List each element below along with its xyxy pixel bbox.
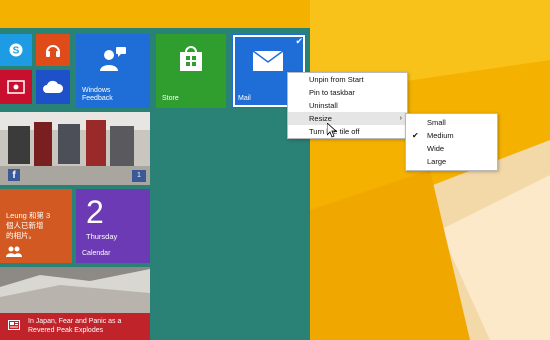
mail-label: Mail bbox=[238, 95, 251, 102]
headphones-icon bbox=[46, 45, 60, 57]
menu-item-label: Resize bbox=[309, 114, 332, 123]
onedrive-tile[interactable] bbox=[36, 70, 70, 104]
checkmark-icon: ✔ bbox=[412, 131, 419, 140]
menu-item-uninstall[interactable]: Uninstall bbox=[288, 99, 407, 112]
store-label: Store bbox=[162, 95, 179, 102]
facebook-tile[interactable]: f 1 bbox=[0, 112, 150, 185]
people-icon bbox=[6, 246, 22, 257]
tile-context-menu: Unpin from Start Pin to taskbar Uninstal… bbox=[287, 72, 408, 139]
video-icon bbox=[7, 80, 25, 94]
cloud-icon bbox=[43, 80, 64, 93]
envelope-icon bbox=[252, 50, 284, 71]
news-headline: In Japan, Fear and Panic as a Revered Pe… bbox=[28, 318, 122, 334]
resize-option-label: Small bbox=[427, 118, 446, 127]
resize-option-medium[interactable]: ✔ Medium bbox=[406, 129, 497, 142]
menu-item-label: Unpin from Start bbox=[309, 75, 364, 84]
store-tile[interactable]: Store bbox=[156, 34, 226, 108]
submenu-arrow-icon: › bbox=[399, 115, 402, 122]
resize-option-wide[interactable]: Wide bbox=[406, 142, 497, 155]
calendar-label: Calendar bbox=[82, 250, 111, 257]
store-bag-icon bbox=[180, 46, 202, 71]
news-tile[interactable]: In Japan, Fear and Panic as a Revered Pe… bbox=[0, 267, 150, 340]
feedback-person-icon bbox=[100, 47, 126, 71]
news-icon bbox=[8, 320, 20, 330]
resize-option-large[interactable]: Large bbox=[406, 155, 497, 168]
menu-item-live-tile-off[interactable]: Turn live tile off bbox=[288, 125, 407, 138]
skype-icon: S bbox=[9, 43, 23, 57]
windows-feedback-label: Windows Feedback bbox=[82, 87, 113, 102]
resize-option-small[interactable]: Small bbox=[406, 116, 497, 129]
menu-item-label: Pin to taskbar bbox=[309, 88, 355, 97]
facebook-icon: f bbox=[8, 169, 20, 181]
music-tile[interactable] bbox=[36, 34, 70, 66]
start-screen: S Windows Feedback Store ✔ Mail f 1 Leun… bbox=[0, 28, 310, 340]
mouse-pointer-icon bbox=[327, 123, 337, 138]
svg-text:S: S bbox=[13, 46, 20, 57]
calendar-weekday: Thursday bbox=[86, 232, 118, 241]
people-notification-text: Leung 和第 3 個人已新增 的相片。 bbox=[6, 211, 51, 240]
resize-option-label: Wide bbox=[427, 144, 445, 153]
facebook-photo bbox=[0, 112, 150, 185]
people-tile[interactable]: Leung 和第 3 個人已新增 的相片。 bbox=[0, 189, 72, 263]
resize-option-label: Large bbox=[427, 157, 447, 166]
video-tile[interactable] bbox=[0, 70, 32, 104]
calendar-day-number: 2 bbox=[86, 194, 104, 230]
selected-check-icon: ✔ bbox=[295, 36, 303, 46]
skype-tile[interactable]: S bbox=[0, 34, 32, 66]
menu-item-label: Uninstall bbox=[309, 101, 338, 110]
windows-feedback-tile[interactable]: Windows Feedback bbox=[76, 34, 150, 108]
menu-item-pin-taskbar[interactable]: Pin to taskbar bbox=[288, 86, 407, 99]
resize-option-label: Medium bbox=[427, 131, 454, 140]
menu-item-resize[interactable]: Resize › bbox=[288, 112, 407, 125]
notification-badge: 1 bbox=[132, 170, 146, 182]
resize-submenu: Small ✔ Medium Wide Large bbox=[405, 113, 498, 171]
menu-item-unpin[interactable]: Unpin from Start bbox=[288, 73, 407, 86]
calendar-tile[interactable]: 2 Thursday Calendar bbox=[76, 189, 150, 263]
